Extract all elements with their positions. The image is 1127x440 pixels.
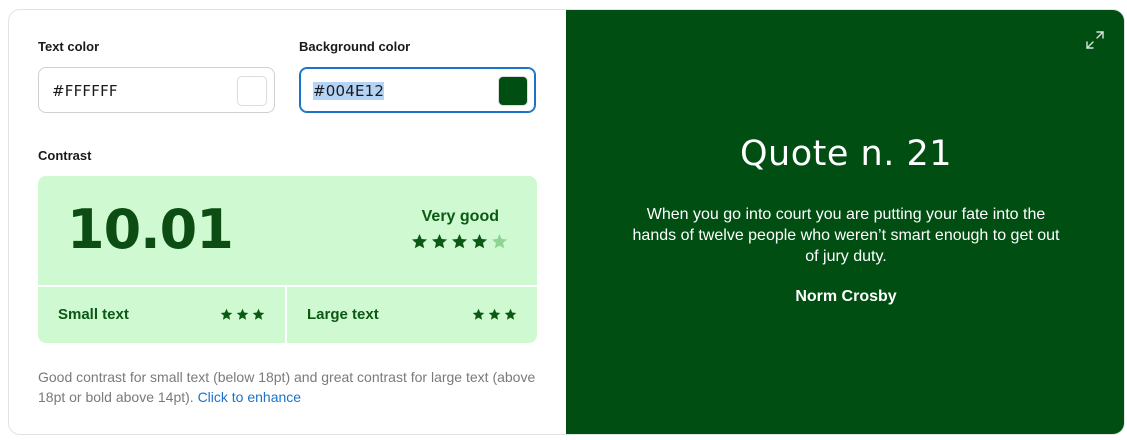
text-color-swatch[interactable] [237,76,267,106]
contrast-rating: Very good [421,208,499,225]
background-color-input[interactable]: #004E12 [299,67,536,113]
contrast-checker-card: Text color #FFFFFF Background color #004… [8,9,1125,435]
contrast-label: Contrast [38,148,92,163]
contrast-score-panel: 10.01 Very good [38,176,537,285]
star-filled-icon [504,308,517,320]
large-text-label: Large text [307,306,379,323]
settings-panel: Text color #FFFFFF Background color #004… [9,10,566,434]
preview-panel: Quote n. 21 When you go into court you a… [566,10,1124,434]
star-filled-icon [431,234,448,249]
background-color-label: Background color [299,39,411,54]
contrast-ratio: 10.01 [67,198,234,261]
star-filled-icon [451,234,468,249]
star-filled-icon [488,308,501,320]
small-text-stars [220,308,265,321]
text-size-ratings: Small text Large text [38,287,537,343]
background-color-swatch[interactable] [498,76,528,106]
small-text-label: Small text [58,306,129,323]
star-empty-icon [491,234,508,249]
star-filled-icon [220,308,233,320]
star-filled-icon [472,308,485,320]
large-text-stars [472,308,517,321]
star-filled-icon [471,234,488,249]
text-color-label: Text color [38,39,100,54]
text-color-input[interactable]: #FFFFFF [38,67,275,113]
star-filled-icon [236,308,249,320]
quote-text: When you go into court you are putting y… [632,206,1060,265]
quote-author: Norm Crosby [795,288,897,305]
expand-icon[interactable] [1085,30,1105,50]
rating-stars [411,233,508,250]
contrast-description: Good contrast for small text (below 18pt… [38,367,538,407]
contrast-result: 10.01 Very good Small text Large text [38,176,537,343]
small-text-rating: Small text [38,287,285,343]
text-color-value[interactable]: #FFFFFF [52,82,118,100]
enhance-link[interactable]: Click to enhance [198,389,302,405]
star-filled-icon [252,308,265,320]
quote-title: Quote n. 21 [740,134,952,174]
star-filled-icon [411,234,428,249]
background-color-value[interactable]: #004E12 [313,82,385,100]
large-text-rating: Large text [287,287,537,343]
